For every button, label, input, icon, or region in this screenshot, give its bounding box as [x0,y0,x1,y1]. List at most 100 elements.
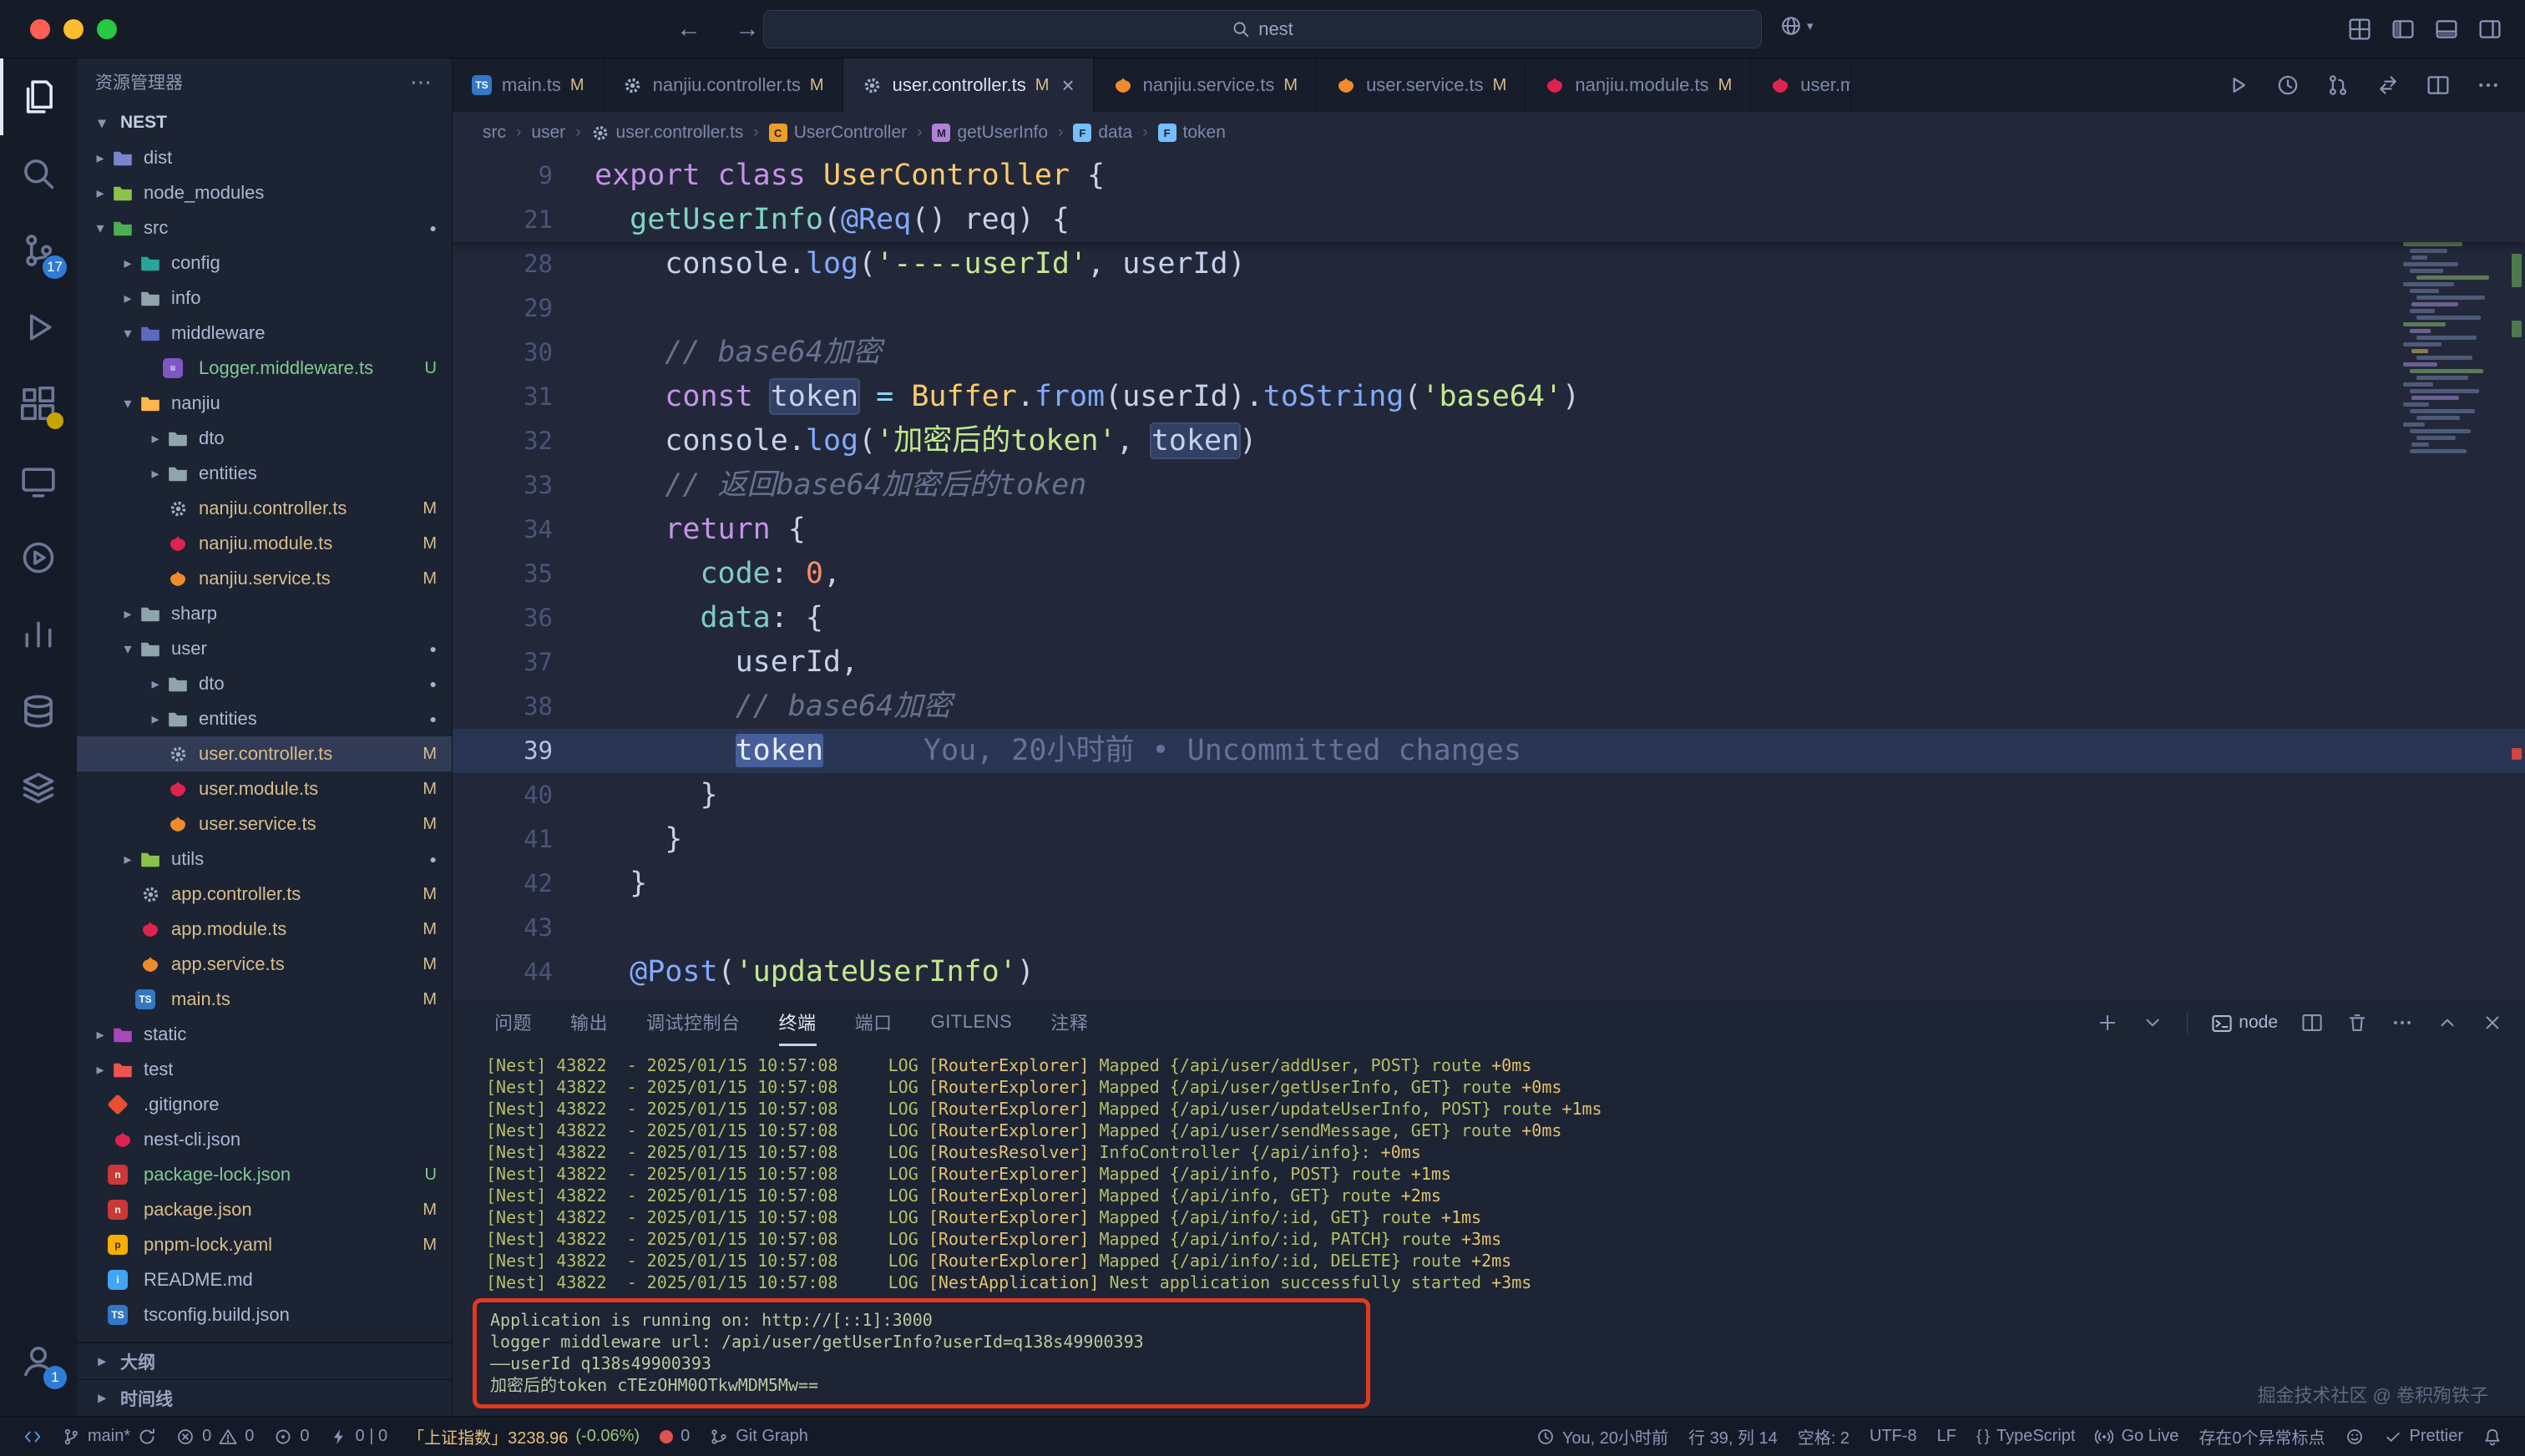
tree-file-pnpm-lock.yaml[interactable]: ppnpm-lock.yamlM [77,1227,452,1262]
tree-folder-dist[interactable]: ▸dist [77,140,452,175]
go-forward-icon[interactable]: → [735,15,760,43]
globe-icon[interactable] [1780,15,1802,37]
status-encoding[interactable]: UTF-8 [1860,1417,1927,1456]
tree-file-nanjiu.service.ts[interactable]: nanjiu.service.tsM [77,561,452,596]
status-blame[interactable]: You, 20小时前 [1526,1417,1678,1456]
close-icon[interactable] [2482,1012,2503,1034]
code-line-44[interactable]: 44 @Post('updateUserInfo') [453,950,2525,994]
panel-tab-注释[interactable]: 注释 [1050,999,1088,1046]
split-editor-icon[interactable] [2426,73,2450,97]
tree-folder-entities[interactable]: ▸entities [77,456,452,491]
status-issue-counter[interactable]: 0 [650,1417,700,1456]
tree-file-user.module.ts[interactable]: user.module.tsM [77,771,452,806]
explorer-more-actions-icon[interactable]: ⋯ [410,69,433,95]
tree-file-nanjiu.module.ts[interactable]: nanjiu.module.tsM [77,526,452,561]
code-line-30[interactable]: 30 // base64加密 [453,331,2525,375]
code-line-43[interactable]: 43 [453,906,2525,950]
code-line-41[interactable]: 41 } [453,817,2525,862]
activity-source-control[interactable]: 17 [0,212,77,289]
tree-file-package.json[interactable]: npackage.jsonM [77,1192,452,1227]
tree-file-tsconfig.build.json[interactable]: TStsconfig.build.json [77,1297,452,1332]
code-line-36[interactable]: 36 data: { [453,596,2525,640]
tree-folder-entities[interactable]: ▸entities● [77,701,452,736]
tree-folder-config[interactable]: ▸config [77,245,452,281]
panel-tab-调试控制台[interactable]: 调试控制台 [646,999,741,1046]
grid-icon[interactable] [2348,18,2371,41]
status-punctuation-check[interactable]: 存在0个异常标点 [2189,1417,2335,1456]
panel-tab-端口[interactable]: 端口 [855,999,893,1046]
tree-file-README.md[interactable]: iREADME.md [77,1262,452,1297]
status-notifications[interactable] [2473,1417,2512,1456]
activity-stats[interactable] [0,596,77,673]
project-section-header[interactable]: ▾ NEST [77,105,452,140]
pull-request-icon[interactable] [2326,73,2350,97]
history-icon[interactable] [2276,73,2300,97]
code-line-32[interactable]: 32 console.log('加密后的token', token) [453,419,2525,463]
status-go-live[interactable]: Go Live [2085,1417,2189,1456]
code-line-34[interactable]: 34 return { [453,508,2525,552]
status-problems[interactable]: 00 [166,1417,264,1456]
activity-database[interactable] [0,673,77,750]
tree-folder-info[interactable]: ▸info [77,281,452,316]
activity-remote-explorer[interactable] [0,442,77,519]
tree-folder-sharp[interactable]: ▸sharp [77,596,452,631]
more-icon[interactable] [2391,1012,2413,1034]
tree-file-package-lock.json[interactable]: npackage-lock.jsonU [77,1157,452,1192]
status-language-mode[interactable]: { }TypeScript [1966,1417,2085,1456]
activity-live-server[interactable] [0,519,77,596]
activity-extensions[interactable] [0,366,77,442]
tree-file-app.controller.ts[interactable]: app.controller.tsM [77,877,452,912]
status-prettier[interactable]: Prettier [2374,1417,2473,1456]
minimize-window-button[interactable] [63,19,83,39]
breadcrumb-item-UserController[interactable]: CUserController [769,123,907,143]
layout-secondary-icon[interactable] [2478,18,2502,41]
tab-nanjiu.controller.ts[interactable]: nanjiu.controller.tsM [604,58,843,112]
breadcrumb-item-user[interactable]: user [531,123,565,143]
tree-folder-utils[interactable]: ▸utils● [77,842,452,877]
breadcrumb-item-src[interactable]: src [483,123,506,143]
code-line-38[interactable]: 38 // base64加密 [453,685,2525,729]
chevron-down-icon[interactable] [2142,1012,2163,1034]
chevron-up-icon[interactable] [2436,1012,2458,1034]
breadcrumb-item-data[interactable]: Fdata [1073,123,1132,143]
sidebar-section-大纲[interactable]: ▸大纲 [77,1342,452,1379]
go-back-icon[interactable]: ← [676,15,701,43]
tree-file-nanjiu.controller.ts[interactable]: nanjiu.controller.tsM [77,491,452,526]
terminal[interactable]: [Nest] 43822 - 2025/01/15 10:57:08 LOG [… [453,1046,2525,1416]
tree-file-user.service.ts[interactable]: user.service.tsM [77,806,452,842]
trash-icon[interactable] [2346,1012,2368,1034]
zoom-window-button[interactable] [97,19,117,39]
code-editor[interactable]: 9export class UserController {21 getUser… [453,154,2525,998]
tree-file-app.module.ts[interactable]: app.module.tsM [77,912,452,947]
code-line-29[interactable]: 29 [453,286,2525,331]
sidebar-section-时间线[interactable]: ▸时间线 [77,1379,452,1416]
code-line-42[interactable]: 42 } [453,862,2525,906]
tab-user.service.ts[interactable]: user.service.tsM [1317,58,1526,112]
panel-tab-问题[interactable]: 问题 [494,999,532,1046]
breadcrumb-item-user.controller.ts[interactable]: user.controller.ts [591,123,744,143]
close-window-button[interactable] [30,19,50,39]
tree-folder-middleware[interactable]: ▾middleware [77,316,452,351]
status-indentation[interactable]: 空格: 2 [1788,1417,1860,1456]
status-git-graph[interactable]: Git Graph [700,1417,818,1456]
tree-file-.gitignore[interactable]: .gitignore [77,1087,452,1122]
terminal-instance-node[interactable]: node [2211,1013,2278,1033]
close-tab-icon[interactable]: × [1061,74,1074,96]
activity-run-debug[interactable] [0,289,77,366]
code-line-33[interactable]: 33 // 返回base64加密后的token [453,463,2525,508]
activity-search[interactable] [0,135,77,212]
compare-icon[interactable] [2376,73,2400,97]
panel-tab-终端[interactable]: 终端 [779,999,817,1046]
split-editor-icon[interactable] [2301,1012,2323,1034]
command-center-search[interactable]: nest [763,10,1762,48]
tree-folder-user[interactable]: ▾user● [77,631,452,666]
plus-icon[interactable] [2097,1012,2118,1034]
tree-folder-dto[interactable]: ▸dto [77,421,452,456]
tree-file-app.service.ts[interactable]: app.service.tsM [77,947,452,982]
activity-layers[interactable] [0,750,77,827]
tree-file-main.ts[interactable]: TSmain.tsM [77,982,452,1017]
tree-folder-nanjiu[interactable]: ▾nanjiu [77,386,452,421]
status-stock-ticker[interactable]: 「上证指数」3238.96(-0.06%) [397,1417,650,1456]
code-line-28[interactable]: 28 console.log('----userId', userId) [453,242,2525,286]
status-cursor-position[interactable]: 行 39, 列 14 [1678,1417,1788,1456]
